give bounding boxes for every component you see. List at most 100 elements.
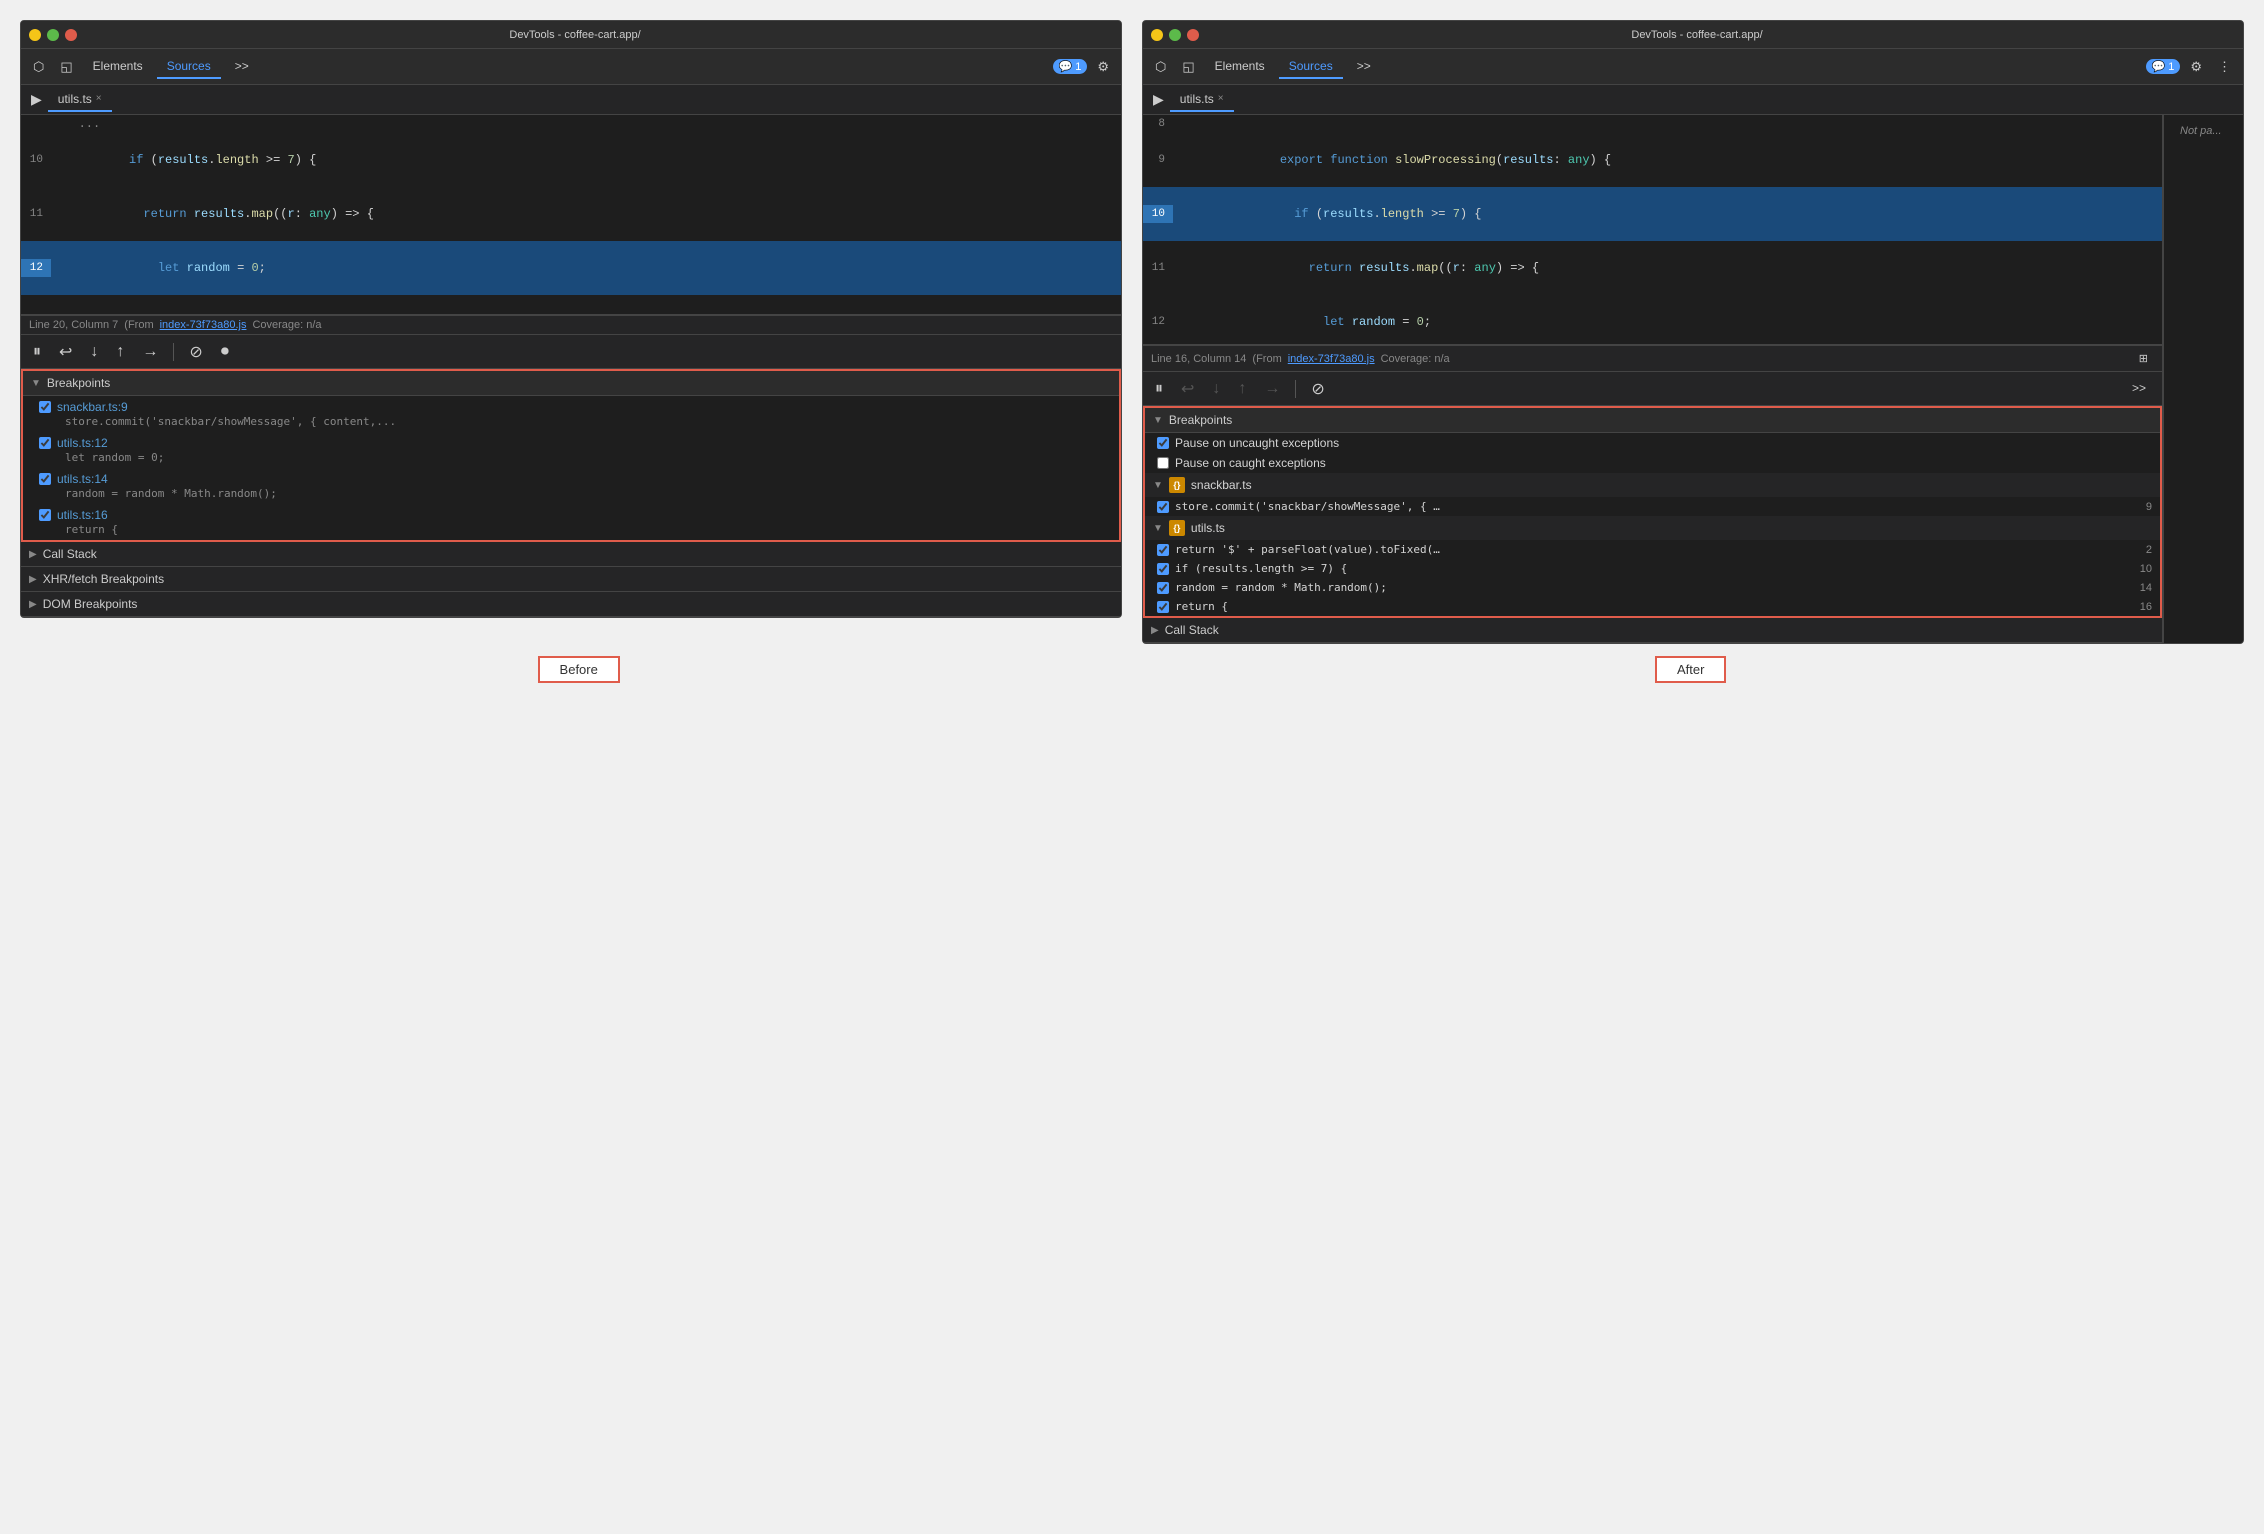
bp-check-utils-14[interactable] (1157, 582, 1169, 594)
breakpoints-panel-after: ▼ Breakpoints Pause on uncaught exceptio… (1143, 406, 2162, 618)
title-bar-before: DevTools - coffee-cart.app/ (21, 21, 1121, 49)
file-group-snackbar[interactable]: ▼ {} snackbar.ts (1145, 473, 2160, 497)
breakpoints-header-before[interactable]: ▼ Breakpoints (23, 371, 1119, 396)
bp-row-utils-2[interactable]: return '$' + parseFloat(value).toFixed(…… (1145, 540, 2160, 559)
file-group-utils[interactable]: ▼ {} utils.ts (1145, 516, 2160, 540)
before-devtools-panel: DevTools - coffee-cart.app/ ⬡ ◱ Elements… (20, 20, 1122, 618)
bp-check-utils-2[interactable] (1157, 544, 1169, 556)
file-tab-utils-after[interactable]: utils.ts × (1170, 88, 1234, 112)
snackbar-filename: snackbar.ts (1191, 478, 1252, 492)
bp-check-snackbar-9[interactable] (1157, 501, 1169, 513)
triangle-icon-before: ▼ (31, 378, 41, 389)
step-over-btn[interactable]: ↩ (53, 339, 78, 365)
settings-btn-after[interactable]: ⚙ (2184, 56, 2208, 78)
pause-btn-after[interactable]: ⏸ (1149, 377, 1169, 401)
breakpoints-header-after[interactable]: ▼ Breakpoints (1145, 408, 2160, 433)
call-stack-section-before[interactable]: ▶ Call Stack (21, 542, 1121, 567)
step-out-btn[interactable]: ↑ (110, 340, 130, 364)
file-tab-close-after[interactable]: × (1218, 93, 1224, 104)
sidebar-toggle-btn[interactable]: ▶ (25, 88, 48, 111)
bp-checkbox-utils16[interactable] (39, 509, 51, 521)
minimize-btn-after[interactable] (1151, 29, 1163, 41)
inspector-btn-after[interactable]: ◱ (1176, 56, 1200, 78)
bp-line-snackbar-9: 9 (2132, 501, 2152, 513)
sidebar-toggle-btn-after[interactable]: ▶ (1147, 88, 1170, 111)
window-controls-after (1151, 29, 1199, 41)
bp-row-snackbar-9[interactable]: store.commit('snackbar/showMessage', { …… (1145, 497, 2160, 516)
pause-btn[interactable]: ⏸ (27, 340, 47, 364)
line-col-after: Line 16, Column 14 (1151, 353, 1246, 365)
file-tab-close[interactable]: × (96, 93, 102, 104)
bp-checkbox-utils12[interactable] (39, 437, 51, 449)
minimize-btn[interactable] (29, 29, 41, 41)
tab-more[interactable]: >> (225, 55, 259, 79)
bp-line-utils-14: 14 (2132, 582, 2152, 594)
triangle-call-stack: ▶ (29, 549, 37, 560)
step-btn[interactable]: → (136, 340, 164, 364)
bp-row-utils-16[interactable]: return { 16 (1145, 597, 2160, 616)
bp-check-utils-10[interactable] (1157, 563, 1169, 575)
settings-btn[interactable]: ⚙ (1091, 56, 1115, 78)
close-btn[interactable] (65, 29, 77, 41)
xhr-title: XHR/fetch Breakpoints (43, 572, 164, 586)
bp-item-utils14[interactable]: utils.ts:14 random = random * Math.rando… (23, 468, 1119, 504)
async-btn[interactable]: ⏺ (215, 340, 235, 364)
step-out-btn-after[interactable]: ↑ (1232, 377, 1252, 401)
file-tabs-bar: ▶ utils.ts × (21, 85, 1121, 115)
deactivate-btn-after[interactable]: ⊘ (1305, 376, 1330, 402)
code-editor-after[interactable]: 8 9 export function slowProcessing(resul… (1143, 115, 2162, 345)
triangle-xhr: ▶ (29, 574, 37, 585)
step-over-btn-after[interactable]: ↩ (1175, 376, 1200, 402)
deactivate-btn[interactable]: ⊘ (183, 339, 208, 365)
bp-row-utils-14[interactable]: random = random * Math.random(); 14 (1145, 578, 2160, 597)
step-btn-after[interactable]: → (1258, 377, 1286, 401)
bp-checkbox-snackbar[interactable] (39, 401, 51, 413)
cursor-tool-btn-after[interactable]: ⬡ (1149, 56, 1172, 78)
bp-checkbox-utils14[interactable] (39, 473, 51, 485)
call-stack-section-after[interactable]: ▶ Call Stack (1143, 618, 2162, 643)
file-tab-utils[interactable]: utils.ts × (48, 88, 112, 112)
source-file-link-before[interactable]: index-73f73a80.js (160, 319, 247, 331)
bp-row-utils-10[interactable]: if (results.length >= 7) { 10 (1145, 559, 2160, 578)
bp-item-utils12[interactable]: utils.ts:12 let random = 0; (23, 432, 1119, 468)
more-debug-tabs[interactable]: >> (2122, 377, 2156, 401)
restore-btn[interactable] (47, 29, 59, 41)
dom-title: DOM Breakpoints (43, 597, 138, 611)
dom-breakpoints-section[interactable]: ▶ DOM Breakpoints (21, 592, 1121, 617)
tab-more-after[interactable]: >> (1347, 55, 1381, 79)
badge-icon-after: 💬 (2152, 60, 2166, 73)
code-line-11-after: 11 return results.map((r: any) => { (1143, 241, 2162, 295)
tab-elements-after[interactable]: Elements (1205, 55, 1275, 79)
notification-badge-after: 💬 1 (2146, 59, 2181, 74)
step-into-btn[interactable]: ↓ (84, 340, 104, 364)
window-title: DevTools - coffee-cart.app/ (77, 29, 1073, 41)
pause-caught-checkbox[interactable] (1157, 457, 1169, 469)
tab-elements[interactable]: Elements (83, 55, 153, 79)
after-devtools-panel: DevTools - coffee-cart.app/ ⬡ ◱ Elements… (1142, 20, 2244, 644)
inspector-btn[interactable]: ◱ (54, 56, 78, 78)
tab-sources-after[interactable]: Sources (1279, 55, 1343, 79)
restore-btn-after[interactable] (1169, 29, 1181, 41)
cursor-tool-btn[interactable]: ⬡ (27, 56, 50, 78)
window-controls (29, 29, 77, 41)
bp-item-utils16[interactable]: utils.ts:16 return { (23, 504, 1119, 540)
coverage-after: Coverage: n/a (1381, 353, 1450, 365)
bp-code-utils-10: if (results.length >= 7) { (1175, 562, 2126, 575)
code-editor-before[interactable]: ... 10 if (results.length >= 7) { 11 ret… (21, 115, 1121, 315)
badge-count-after: 1 (2168, 61, 2174, 73)
more-btn-after[interactable]: ⋮ (2212, 56, 2237, 78)
bp-check-utils-16[interactable] (1157, 601, 1169, 613)
step-into-btn-after[interactable]: ↓ (1206, 377, 1226, 401)
tab-sources[interactable]: Sources (157, 55, 221, 79)
main-toolbar-after: ⬡ ◱ Elements Sources >> 💬 1 ⚙ ⋮ (1143, 49, 2243, 85)
source-map-btn[interactable]: ⊞ (2133, 349, 2154, 368)
pause-uncaught-checkbox[interactable] (1157, 437, 1169, 449)
code-line-13: 13 for (let i = 0; i < 1000 * 1000 * 10;… (21, 295, 1121, 315)
pause-caught-row[interactable]: Pause on caught exceptions (1145, 453, 2160, 473)
xhr-breakpoints-section[interactable]: ▶ XHR/fetch Breakpoints (21, 567, 1121, 592)
close-btn-after[interactable] (1187, 29, 1199, 41)
bp-item-snackbar[interactable]: snackbar.ts:9 store.commit('snackbar/sho… (23, 396, 1119, 432)
source-file-link-after[interactable]: index-73f73a80.js (1288, 353, 1375, 365)
from-label-after: (From (1252, 353, 1281, 365)
pause-uncaught-row[interactable]: Pause on uncaught exceptions (1145, 433, 2160, 453)
